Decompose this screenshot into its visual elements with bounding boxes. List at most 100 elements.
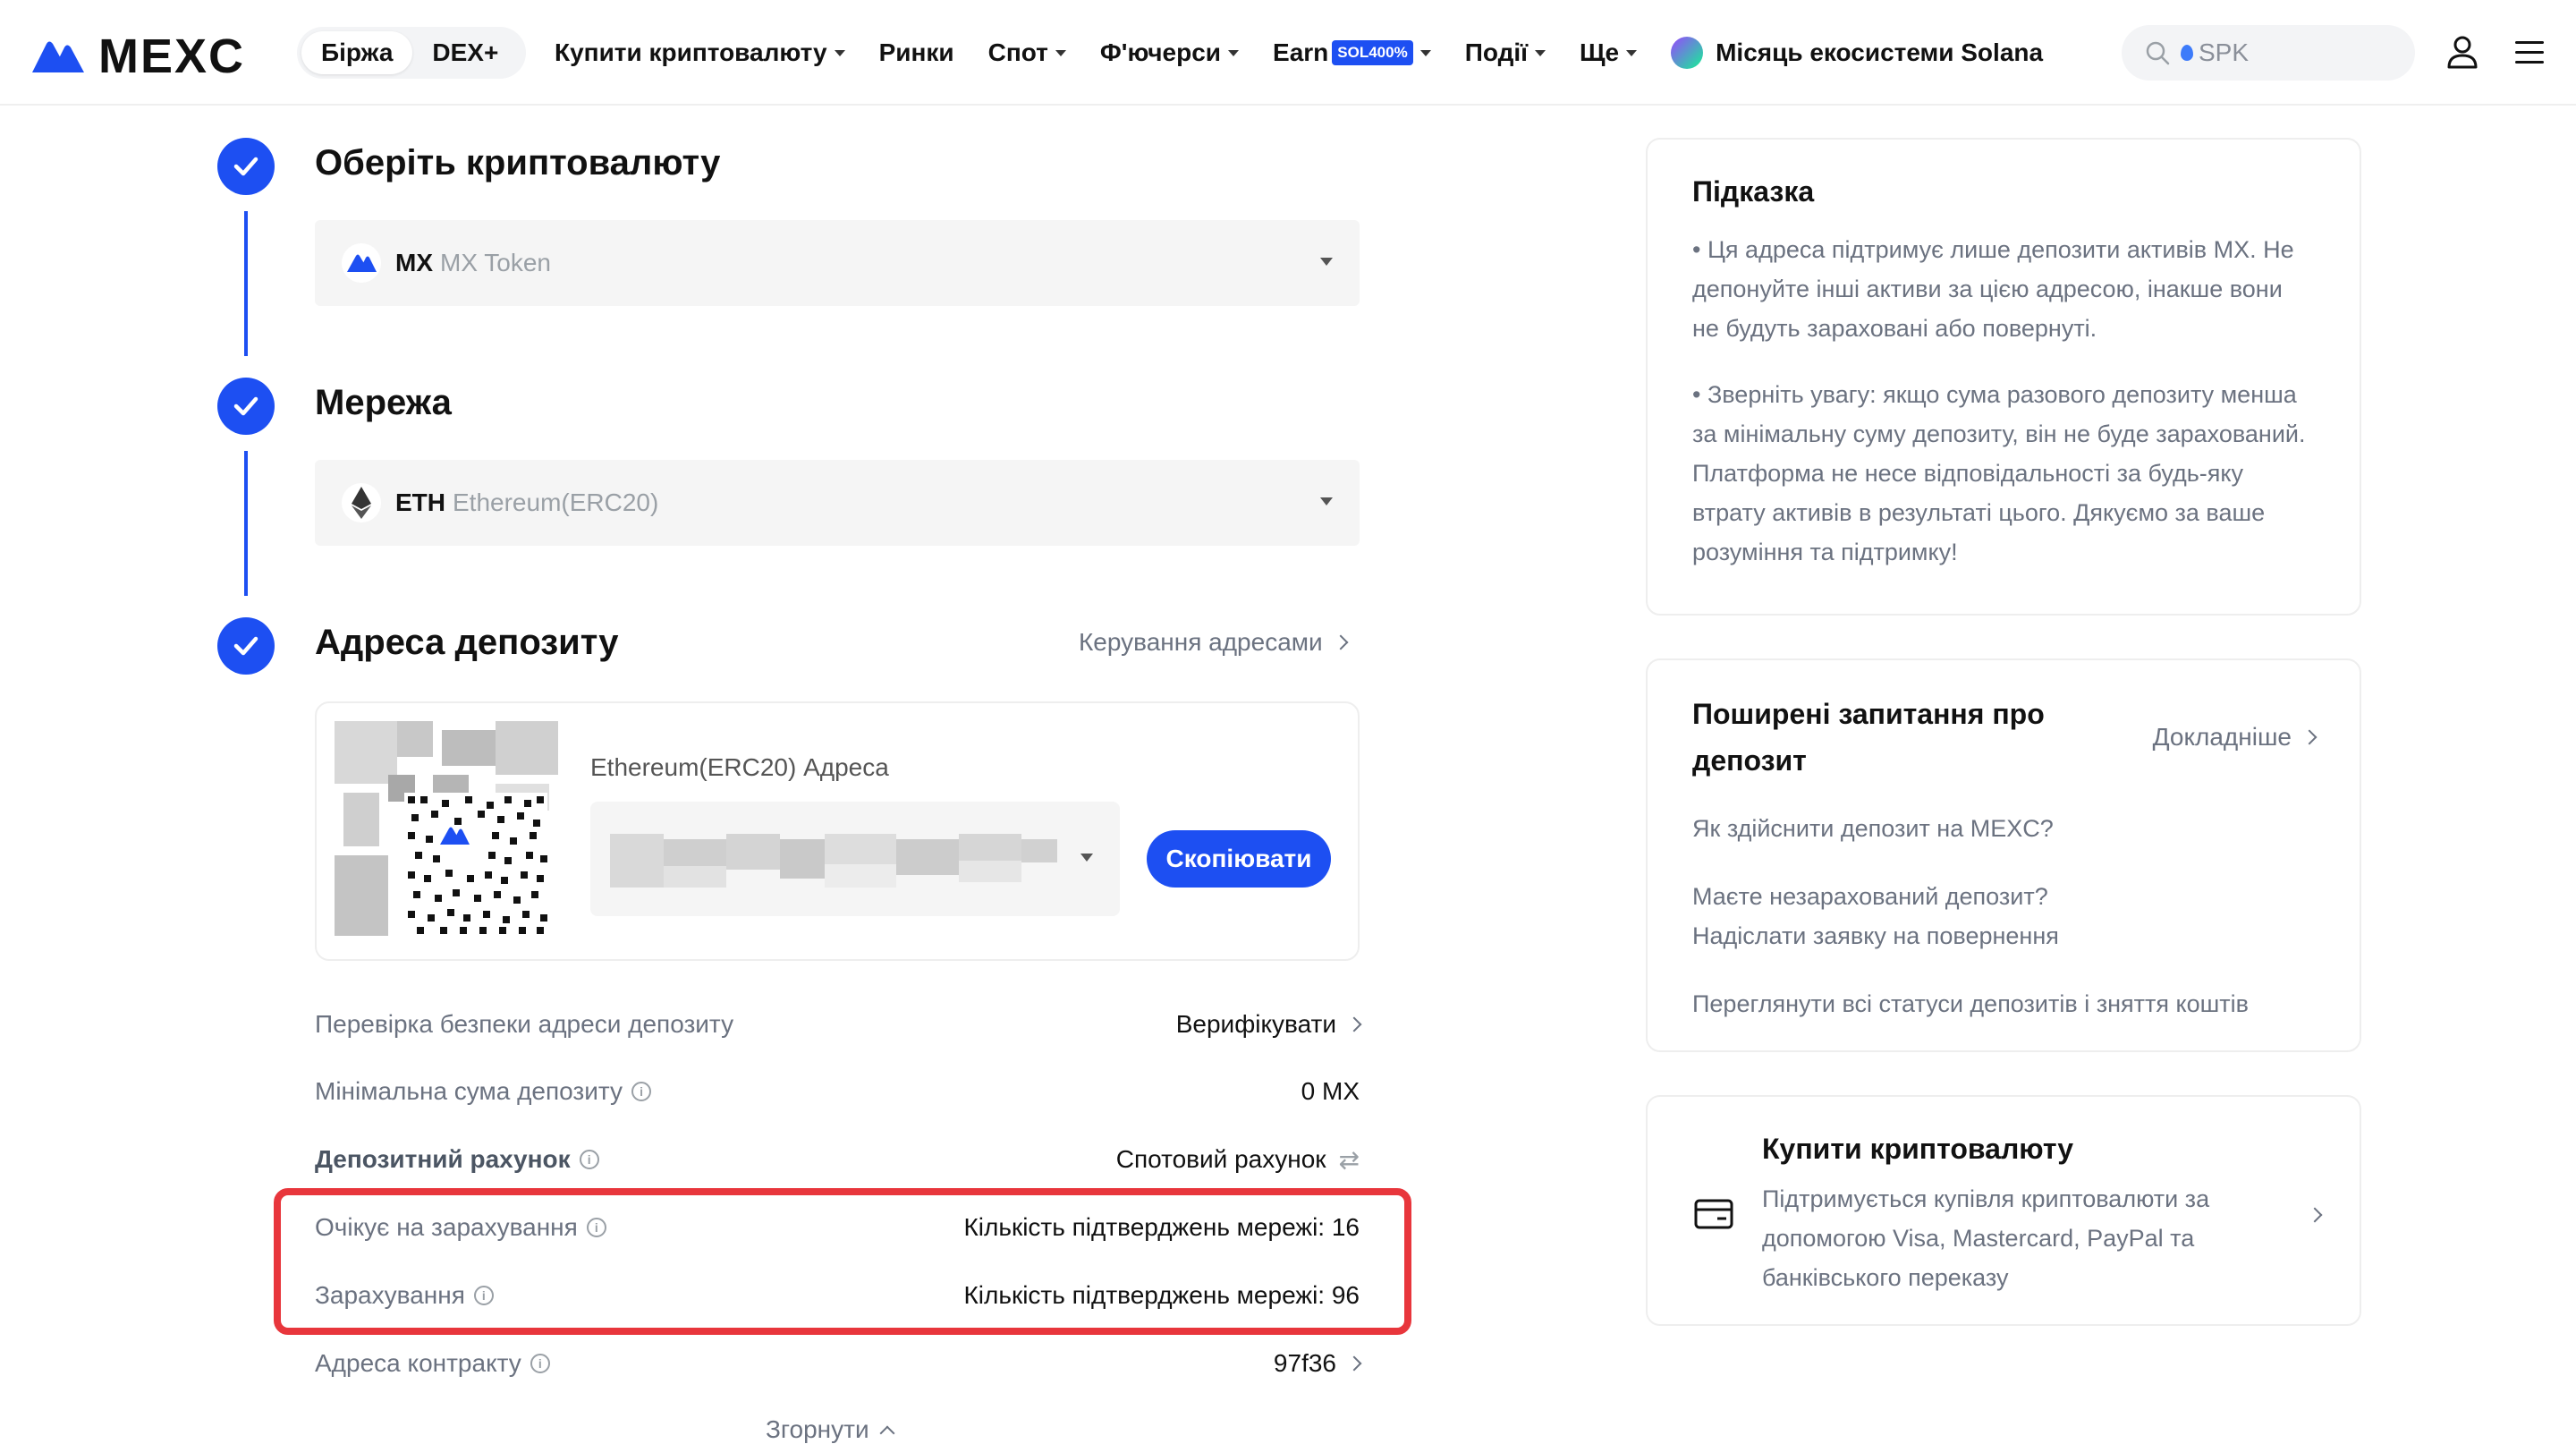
- step-title-crypto: Оберіть криптовалюту: [315, 143, 721, 183]
- segment-dex[interactable]: DEX+: [412, 31, 518, 74]
- checkmark-icon: [233, 157, 258, 176]
- detail-row-contract: Адреса контракту i 97f36: [315, 1346, 1362, 1381]
- nav-events-label: Події: [1464, 38, 1528, 66]
- faq-panel: Поширені запитання про депозит Докладніш…: [1646, 658, 2361, 1052]
- chevron-down-icon: [1320, 258, 1333, 266]
- chevron-down-icon: [1055, 49, 1066, 56]
- nav-spot[interactable]: Спот: [988, 38, 1066, 67]
- buy-crypto-card[interactable]: Купити криптовалюту Підтримується купівл…: [1646, 1095, 2361, 1326]
- nav-markets-label: Ринки: [878, 38, 954, 66]
- account-switch[interactable]: Спотовий рахунок ⇄: [1116, 1145, 1360, 1175]
- contract-link[interactable]: 97f36: [1273, 1349, 1362, 1378]
- nav-futures[interactable]: Ф'ючерси: [1099, 38, 1240, 67]
- crypto-name: MX Token: [440, 249, 551, 276]
- nav-more[interactable]: Ще: [1580, 38, 1638, 67]
- highlight-box: [274, 1188, 1411, 1335]
- chevron-right-icon: [2301, 729, 2318, 745]
- detail-value: Верифікувати: [1175, 1010, 1336, 1038]
- detail-label-with-info: Депозитний рахунок i: [315, 1145, 599, 1174]
- hint-panel: Підказка • Ця адреса підтримує лише депо…: [1646, 138, 2361, 616]
- nav-earn[interactable]: Earn SOL400%: [1273, 38, 1431, 67]
- segment-exchange[interactable]: Біржа: [301, 31, 413, 74]
- crypto-symbol: MX: [395, 249, 433, 276]
- step-connector: [244, 211, 248, 356]
- chevron-right-icon: [1333, 634, 1349, 650]
- hint-paragraph: • Ця адреса підтримує лише депозити акти…: [1692, 236, 2294, 342]
- logo-text: MEXC: [98, 30, 246, 83]
- copy-address-button[interactable]: Скопіювати: [1147, 830, 1331, 888]
- nav-markets[interactable]: Ринки: [879, 38, 954, 67]
- faq-more-label: Докладніше: [2152, 723, 2292, 751]
- detail-label-with-info: Мінімальна сума депозиту i: [315, 1077, 652, 1106]
- search-suggestion: SPK: [2181, 38, 2249, 67]
- faq-title: Поширені запитання про депозит: [1692, 698, 2045, 777]
- detail-row-address-check: Перевірка безпеки адреси депозиту Верифі…: [315, 1007, 1362, 1042]
- market-switch: Біржа DEX+: [297, 27, 526, 79]
- nav-earn-label: Earn: [1273, 38, 1329, 66]
- drop-icon: [2181, 45, 2193, 61]
- verify-link[interactable]: Верифікувати: [1175, 1010, 1362, 1039]
- qr-pattern: [404, 793, 547, 936]
- faq-link[interactable]: Переглянути всі статуси депозитів і знят…: [1692, 984, 2315, 1024]
- detail-value: 97f36: [1273, 1349, 1336, 1377]
- detail-label-with-info: Адреса контракту i: [315, 1349, 550, 1378]
- crypto-select[interactable]: MX MX Token: [315, 220, 1360, 306]
- info-icon[interactable]: i: [631, 1082, 652, 1101]
- info-icon[interactable]: i: [530, 1354, 550, 1373]
- hint-paragraph: • Зверніть увагу: якщо сума разового деп…: [1692, 381, 2306, 565]
- chevron-down-icon: [1626, 49, 1638, 56]
- chevron-down-icon: [834, 49, 845, 56]
- detail-label: Перевірка безпеки адреси депозиту: [315, 1010, 734, 1038]
- detail-row-deposit-account: Депозитний рахунок i Спотовий рахунок ⇄: [315, 1142, 1360, 1177]
- buy-crypto-text: Підтримується купівля криптовалюти за до…: [1762, 1185, 2210, 1291]
- hamburger-menu-icon[interactable]: [2512, 36, 2547, 68]
- network-select[interactable]: ETH Ethereum(ERC20): [315, 460, 1360, 546]
- chevron-down-icon: [1419, 49, 1431, 56]
- nav-promo-label: Місяць екосистеми Solana: [1716, 38, 2044, 66]
- detail-label: Мінімальна сума депозиту: [315, 1077, 623, 1105]
- card-icon: [1694, 1199, 1733, 1229]
- network-symbol: ETH: [395, 488, 445, 516]
- top-navigation: MEXC Біржа DEX+ Купити криптовалюту Ринк…: [0, 0, 2576, 106]
- earn-badge: SOL400%: [1332, 40, 1413, 65]
- search-icon: [2146, 41, 2170, 65]
- faq-link[interactable]: Як здійснити депозит на MEXC?: [1692, 809, 2315, 848]
- faq-more-link[interactable]: Докладніше: [2152, 723, 2318, 752]
- chevron-right-icon: [1346, 1355, 1362, 1372]
- buy-crypto-title: Купити криптовалюту: [1762, 1133, 2074, 1165]
- search-input[interactable]: SPK: [2122, 25, 2415, 81]
- nav-promo-solana[interactable]: Місяць екосистеми Solana: [1671, 37, 2043, 69]
- step-complete-icon: [217, 378, 275, 435]
- deposit-address-card: Ethereum(ERC20) Адреса Скопіювати: [315, 701, 1360, 961]
- chevron-down-icon: [1320, 497, 1333, 505]
- deposit-address-field[interactable]: [590, 802, 1120, 916]
- user-icon[interactable]: [2445, 34, 2480, 70]
- chevron-down-icon: [1535, 49, 1546, 56]
- collapse-label: Згорнути: [766, 1415, 869, 1443]
- detail-value: Спотовий рахунок: [1115, 1145, 1326, 1173]
- nav-buy-crypto-label: Купити криптовалюту: [555, 38, 827, 66]
- address-label: Ethereum(ERC20) Адреса: [590, 753, 889, 781]
- ethereum-icon: [342, 483, 381, 522]
- info-icon[interactable]: i: [579, 1150, 599, 1169]
- nav-events[interactable]: Події: [1465, 38, 1546, 67]
- swap-icon: ⇄: [1338, 1145, 1360, 1174]
- step-complete-icon: [217, 617, 275, 675]
- manage-addresses-link[interactable]: Керування адресами: [1079, 628, 1349, 657]
- qr-code: [335, 721, 558, 945]
- faq-link[interactable]: Маєте незарахований депозит? Надіслати з…: [1692, 877, 2140, 956]
- collapse-button[interactable]: Згорнути: [766, 1415, 895, 1444]
- hint-title: Підказка: [1692, 175, 1815, 208]
- faq-header: Поширені запитання про депозит Докладніш…: [1692, 691, 2318, 784]
- chevron-down-icon: [1080, 854, 1093, 862]
- blurred-address: [610, 825, 1057, 893]
- nav-buy-crypto[interactable]: Купити криптовалюту: [555, 38, 845, 67]
- step-connector: [244, 451, 248, 596]
- nav-futures-label: Ф'ючерси: [1099, 38, 1222, 66]
- detail-row-min-deposit: Мінімальна сума депозиту i 0 MX: [315, 1074, 1360, 1109]
- mexc-logo[interactable]: MEXC: [30, 32, 245, 81]
- detail-value: 0 MX: [1301, 1077, 1360, 1105]
- mx-token-icon: [342, 243, 381, 283]
- step-title-network: Мережа: [315, 383, 452, 422]
- step-title-address: Адреса депозиту: [315, 623, 619, 662]
